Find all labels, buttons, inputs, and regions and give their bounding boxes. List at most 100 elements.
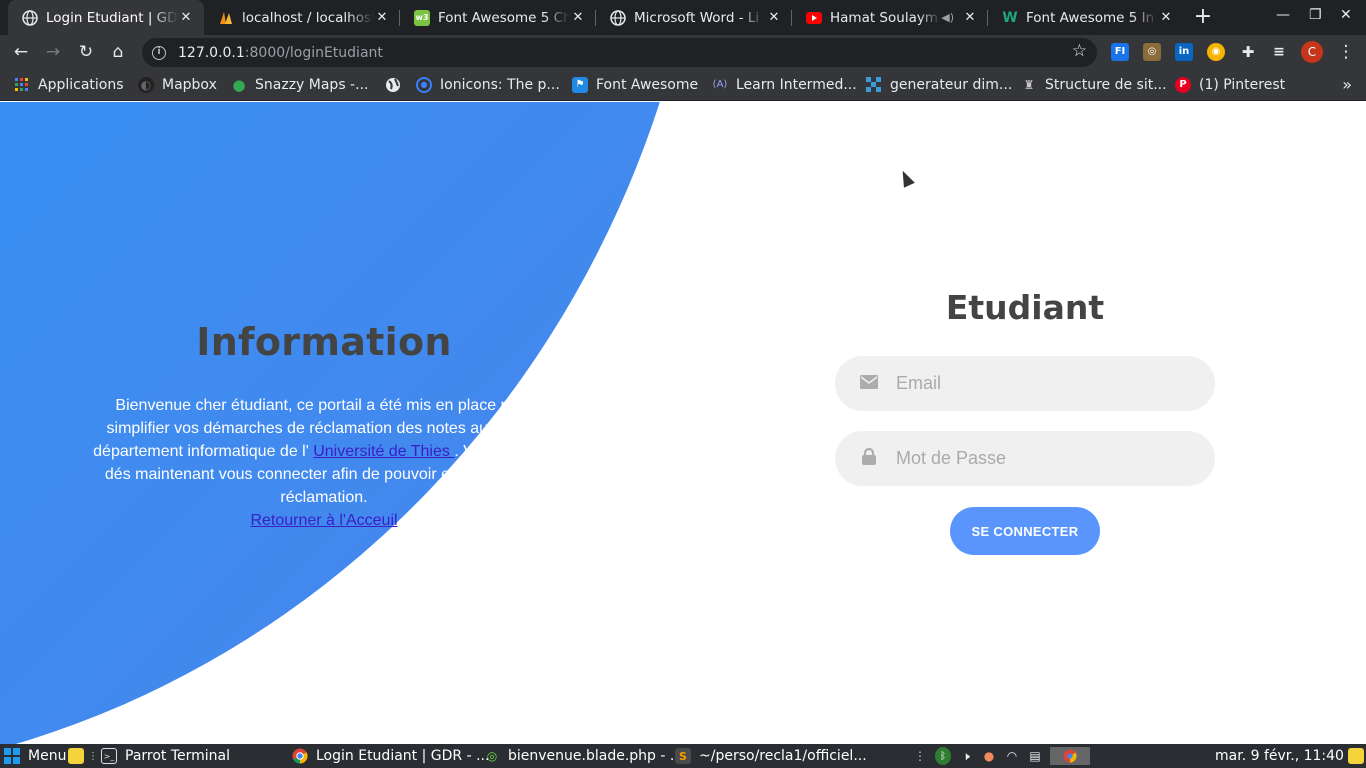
bookmark-star-icon[interactable]: ☆ bbox=[1072, 41, 1087, 61]
bookmark-ionicons[interactable]: ● Ionicons: The p... bbox=[416, 69, 560, 100]
profile-avatar[interactable]: C bbox=[1301, 41, 1323, 63]
tab-microsoft-word[interactable]: Microsoft Word - Li ✕ bbox=[596, 0, 792, 35]
apps-grid-icon bbox=[14, 77, 30, 93]
taskbar-item-terminal[interactable]: >_ Parrot Terminal bbox=[101, 744, 230, 768]
close-icon[interactable]: ✕ bbox=[178, 10, 194, 25]
clipboard-icon[interactable]: ▤ bbox=[1027, 747, 1043, 765]
email-input[interactable] bbox=[896, 373, 1176, 394]
information-text: Bienvenue cher étudiant, ce portail a ét… bbox=[93, 397, 555, 506]
password-field[interactable] bbox=[835, 431, 1215, 486]
lock-icon bbox=[859, 447, 879, 469]
reload-icon[interactable]: ↻ bbox=[75, 41, 97, 63]
tab-title: Login Etudiant | GDR bbox=[46, 9, 178, 26]
new-tab-button[interactable]: + bbox=[1190, 5, 1216, 31]
tab-font-awesome-intro[interactable]: W Font Awesome 5 In ✕ bbox=[988, 0, 1184, 35]
youtube-icon bbox=[806, 10, 822, 26]
address-bar[interactable]: i 127.0.0.1:8000/loginEtudiant ☆ bbox=[142, 38, 1097, 67]
tab-strip: Login Etudiant | GDR ✕ localhost / local… bbox=[0, 0, 1366, 35]
information-panel: Information Bienvenue cher étudiant, ce … bbox=[84, 320, 564, 532]
extension-compass-icon[interactable]: ◉ bbox=[1207, 43, 1225, 61]
terminal-icon: >_ bbox=[101, 748, 117, 764]
font-awesome-cheatsheet-icon: w3 bbox=[414, 9, 430, 26]
start-menu-button[interactable]: Menu bbox=[4, 744, 66, 768]
bookmark-pinterest[interactable]: P (1) Pinterest bbox=[1175, 69, 1285, 100]
globe-icon bbox=[610, 9, 626, 26]
system-tray: ⋮ ᛒ 🕨 ● ◠ ▤ bbox=[912, 747, 1090, 765]
learn-icon: (A) bbox=[712, 79, 728, 90]
sublime-icon: S bbox=[675, 748, 691, 764]
network-manager-icon[interactable]: ● bbox=[981, 747, 997, 765]
url-text[interactable]: 127.0.0.1:8000/loginEtudiant bbox=[178, 45, 383, 61]
bookmarks-overflow-icon[interactable]: » bbox=[1342, 75, 1352, 94]
taskbar-item-chrome[interactable]: Login Etudiant | GDR - ... bbox=[292, 744, 489, 768]
audio-playing-icon[interactable]: ◀) bbox=[941, 11, 954, 24]
restore-icon[interactable]: ❐ bbox=[1309, 7, 1322, 23]
bookmark-learn[interactable]: (A) Learn Intermed... bbox=[712, 69, 857, 100]
tab-font-awesome-cheatsheet[interactable]: w3 Font Awesome 5 Ch ✕ bbox=[400, 0, 596, 35]
bookmarks-bar: Applications ◐ Mapbox ● Snazzy Maps -...… bbox=[0, 69, 1366, 101]
folder-icon bbox=[68, 748, 84, 764]
back-to-home-link[interactable]: Retourner à l'Acceuil bbox=[250, 509, 397, 532]
tab-title: localhost / localhost bbox=[242, 9, 374, 26]
close-icon[interactable]: ✕ bbox=[570, 10, 586, 25]
separator-dots: ⋮ bbox=[914, 749, 926, 763]
tab-title: Font Awesome 5 In bbox=[1026, 9, 1155, 26]
clock: mar. 9 févr., 11:40 bbox=[1215, 748, 1344, 764]
bookmark-mapbox[interactable]: ◐ Mapbox bbox=[138, 69, 217, 100]
extension-linkedin-icon[interactable]: in bbox=[1175, 43, 1193, 61]
grid-icon bbox=[866, 76, 882, 93]
bluetooth-icon[interactable]: ᛒ bbox=[935, 747, 951, 765]
bookmark-globe[interactable] bbox=[385, 69, 401, 100]
taskbar-item-sublime[interactable]: S ~/perso/recla1/officiel... bbox=[675, 744, 867, 768]
password-input[interactable] bbox=[896, 448, 1176, 469]
tab-login-etudiant[interactable]: Login Etudiant | GDR ✕ bbox=[8, 0, 204, 35]
phpmyadmin-icon bbox=[218, 10, 234, 26]
globe-icon bbox=[385, 77, 401, 93]
bookmark-snazzy-maps[interactable]: ● Snazzy Maps -... bbox=[231, 69, 368, 100]
tab-localhost[interactable]: localhost / localhost ✕ bbox=[204, 0, 400, 35]
extension-fi-icon[interactable]: FI bbox=[1111, 43, 1129, 61]
close-window-icon[interactable]: ✕ bbox=[1340, 7, 1352, 23]
login-title: Etudiant bbox=[945, 288, 1105, 327]
envelope-icon bbox=[859, 374, 879, 393]
bookmark-applications[interactable]: Applications bbox=[14, 69, 124, 100]
bookmark-font-awesome[interactable]: ⚑ Font Awesome bbox=[572, 69, 698, 100]
mouse-cursor bbox=[897, 168, 915, 188]
notes-icon[interactable] bbox=[1348, 744, 1364, 768]
bookmark-structure[interactable]: ♜ Structure de sit... bbox=[1021, 69, 1167, 100]
close-icon[interactable]: ✕ bbox=[1158, 10, 1174, 25]
tab-youtube[interactable]: Hamat Soulaym ◀) ✕ bbox=[792, 0, 988, 35]
site-info-icon[interactable]: i bbox=[152, 45, 166, 60]
windows-logo-icon bbox=[4, 748, 20, 764]
tab-title: Microsoft Word - Li bbox=[634, 9, 760, 26]
back-arrow-icon[interactable]: ← bbox=[10, 41, 32, 63]
flag-icon: ⚑ bbox=[572, 76, 588, 93]
forward-arrow-icon[interactable]: → bbox=[42, 41, 64, 63]
os-taskbar: Menu ⋮ >_ Parrot Terminal Login Etudiant… bbox=[0, 744, 1366, 768]
wifi-icon[interactable]: ◠ bbox=[1004, 747, 1020, 765]
bookmark-generateur[interactable]: generateur dim... bbox=[866, 69, 1012, 100]
tab-title: Font Awesome 5 Ch bbox=[438, 9, 570, 26]
taskbar-item-editor[interactable]: ◎ bienvenue.blade.php - ... bbox=[484, 744, 683, 768]
map-pin-icon: ● bbox=[232, 75, 246, 94]
pinterest-icon: P bbox=[1175, 76, 1191, 93]
home-icon[interactable]: ⌂ bbox=[107, 41, 129, 63]
login-page: Information Bienvenue cher étudiant, ce … bbox=[0, 102, 1366, 744]
login-submit-button[interactable]: SE CONNECTER bbox=[950, 507, 1100, 555]
editor-icon: ◎ bbox=[486, 749, 498, 763]
menu-kebab-icon[interactable]: ⋮ bbox=[1335, 41, 1357, 63]
volume-icon[interactable]: 🕨 bbox=[958, 747, 974, 765]
extensions-puzzle-icon[interactable]: ✚ bbox=[1239, 43, 1257, 61]
minimize-icon[interactable]: — bbox=[1276, 7, 1290, 23]
ionicons-icon: ● bbox=[416, 76, 432, 93]
email-field[interactable] bbox=[835, 356, 1215, 411]
universite-link[interactable]: Université de Thies bbox=[313, 443, 454, 460]
browser-toolbar: ← → ↻ ⌂ i 127.0.0.1:8000/loginEtudiant ☆… bbox=[0, 35, 1366, 69]
close-icon[interactable]: ✕ bbox=[962, 10, 978, 25]
close-icon[interactable]: ✕ bbox=[374, 10, 390, 25]
chrome-icon bbox=[292, 748, 308, 764]
chrome-tray-icon[interactable] bbox=[1050, 747, 1090, 765]
close-icon[interactable]: ✕ bbox=[766, 10, 782, 25]
media-control-icon[interactable]: ≡ bbox=[1270, 43, 1288, 61]
extension-owl-icon[interactable]: ◎ bbox=[1143, 43, 1161, 61]
